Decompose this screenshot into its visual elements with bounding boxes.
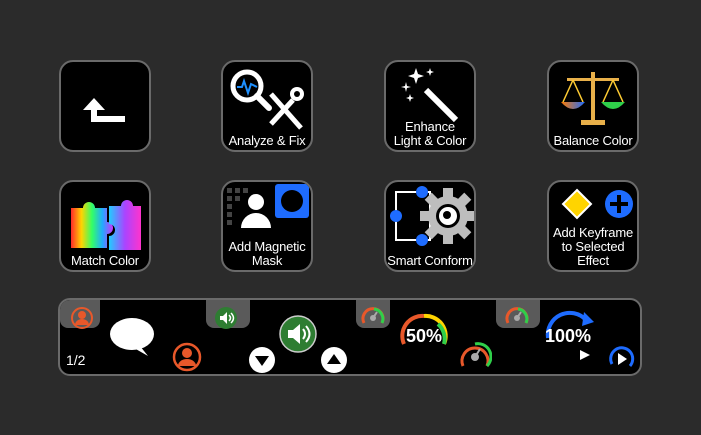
magnetic-mask-key[interactable]: Add Magnetic Mask bbox=[221, 180, 313, 272]
down-arrow-button-icon[interactable] bbox=[248, 346, 276, 374]
speed-percent: 100% bbox=[544, 326, 592, 346]
speaker-large-icon[interactable] bbox=[278, 314, 318, 354]
page-indicator: 1/2 bbox=[66, 352, 86, 368]
balance-color-key[interactable]: Balance Color bbox=[547, 60, 639, 152]
match-color-label: Match Color bbox=[71, 253, 139, 268]
balance-color-label: Balance Color bbox=[553, 133, 633, 148]
enhance-key[interactable]: Enhance Light & Color bbox=[384, 60, 476, 152]
back-arrow-icon bbox=[83, 98, 125, 122]
back-key[interactable] bbox=[59, 60, 151, 152]
analyze-fix-key[interactable]: Analyze & Fix bbox=[221, 60, 313, 152]
gauge-tab-icon[interactable] bbox=[504, 305, 530, 331]
gauge-medium-icon[interactable] bbox=[458, 340, 492, 374]
speaker-small-icon[interactable] bbox=[214, 306, 238, 330]
chat-bubble-icon[interactable] bbox=[108, 316, 158, 358]
up-arrow-button-icon[interactable] bbox=[320, 346, 348, 374]
smart-conform-key[interactable]: Smart Conform bbox=[384, 180, 476, 272]
match-color-key[interactable]: Match Color bbox=[59, 180, 151, 272]
control-bar: 1/2 50% 100% bbox=[58, 298, 642, 376]
play-refresh-icon[interactable] bbox=[606, 344, 636, 374]
zoom-percent: 50% bbox=[405, 326, 443, 346]
gauge-small-icon[interactable] bbox=[360, 305, 386, 331]
magnetic-mask-label: Add Magnetic Mask bbox=[228, 239, 306, 268]
smart-conform-label: Smart Conform bbox=[387, 253, 473, 268]
analyze-fix-label: Analyze & Fix bbox=[228, 133, 306, 148]
avatar-icon[interactable] bbox=[70, 306, 94, 330]
add-keyframe-label: Add Keyframe to Selected Effect bbox=[553, 225, 633, 268]
enhance-label: Enhance Light & Color bbox=[393, 119, 467, 148]
user-avatar-icon[interactable] bbox=[172, 342, 202, 372]
add-keyframe-key[interactable]: Add Keyframe to Selected Effect bbox=[547, 180, 639, 272]
